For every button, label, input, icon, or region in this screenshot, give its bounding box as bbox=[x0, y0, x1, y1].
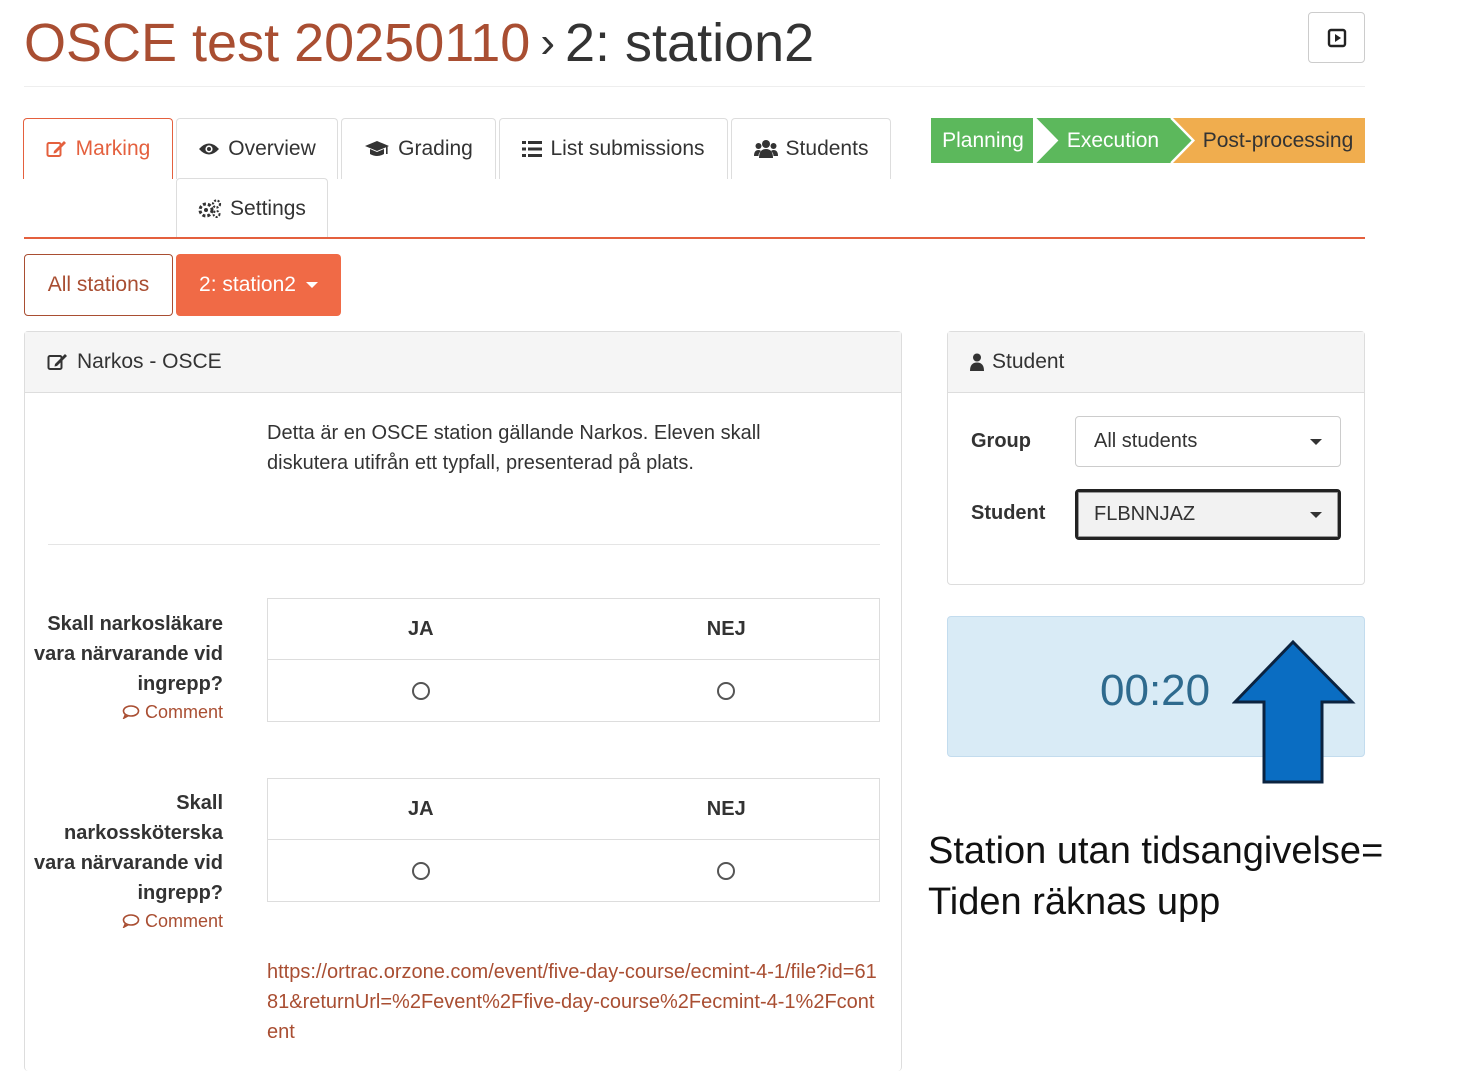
chevron-down-icon bbox=[305, 282, 318, 288]
tab-overview-label: Overview bbox=[228, 137, 316, 160]
header-divider bbox=[24, 86, 1365, 87]
users-icon bbox=[753, 139, 778, 159]
tab-list-submissions[interactable]: List submissions bbox=[499, 118, 728, 179]
question-2: Skall narkossköterska vara närvarande vi… bbox=[25, 788, 223, 932]
option-ja-header: JA bbox=[407, 618, 434, 640]
comment-icon bbox=[122, 705, 140, 720]
page-title: OSCE test 20250110 › 2: station2 bbox=[24, 8, 814, 82]
question-2-radio-ja[interactable] bbox=[411, 861, 430, 880]
student-panel-title: Student bbox=[992, 350, 1065, 373]
group-label: Group bbox=[971, 430, 1031, 452]
group-select-value: All students bbox=[1094, 430, 1198, 452]
breadcrumb-current: 2: station2 bbox=[565, 13, 815, 73]
comment-icon bbox=[122, 914, 140, 929]
option-nej-header: NEJ bbox=[706, 798, 746, 820]
group-select[interactable]: All students bbox=[1075, 416, 1341, 467]
option-nej-cell bbox=[574, 660, 880, 721]
question-2-comment-label: Comment bbox=[144, 911, 223, 931]
tab-list-submissions-label: List submissions bbox=[550, 137, 705, 160]
workflow-steps: Planning Execution Post-processing bbox=[931, 118, 1365, 163]
options-radio-row bbox=[268, 840, 879, 901]
assessment-title: Narkos - OSCE bbox=[77, 350, 222, 373]
options-header-row: JA NEJ bbox=[268, 599, 879, 660]
tabs-divider bbox=[24, 237, 1365, 239]
station-dropdown-button[interactable]: 2: station2 bbox=[176, 254, 341, 316]
student-panel-header: Student bbox=[948, 332, 1364, 393]
question-1-radio-ja[interactable] bbox=[411, 681, 430, 700]
all-stations-button[interactable]: All stations bbox=[24, 254, 173, 316]
question-1-comment-label: Comment bbox=[144, 702, 223, 722]
question-2-options: JA NEJ bbox=[267, 778, 880, 902]
edit-icon bbox=[47, 352, 69, 372]
graduation-cap-icon bbox=[364, 140, 390, 158]
options-radio-row bbox=[268, 660, 879, 721]
tab-overview[interactable]: Overview bbox=[176, 118, 338, 179]
eye-icon bbox=[198, 141, 220, 157]
tab-settings-label: Settings bbox=[230, 197, 306, 220]
resource-link[interactable]: https://ortrac.orzone.com/event/five-day… bbox=[267, 957, 877, 1047]
tab-marking-label: Marking bbox=[75, 137, 151, 160]
tab-settings[interactable]: Settings bbox=[176, 178, 328, 239]
student-select-value: FLBNNJAZ bbox=[1094, 503, 1196, 525]
option-ja-header: JA bbox=[407, 798, 434, 820]
timer-value: 00:20 bbox=[1100, 666, 1211, 715]
user-icon bbox=[970, 353, 984, 371]
option-nej-cell bbox=[574, 840, 880, 901]
student-label: Student bbox=[971, 502, 1046, 524]
question-1-radio-nej[interactable] bbox=[717, 681, 736, 700]
option-ja-cell bbox=[268, 840, 574, 901]
question-2-text: Skall narkossköterska vara närvarande vi… bbox=[34, 792, 223, 904]
tab-grading-label: Grading bbox=[398, 137, 473, 160]
chevron-down-icon bbox=[1310, 512, 1322, 518]
student-panel: Student Group All students Student FLBNN… bbox=[947, 331, 1365, 585]
annotation-arrow-up-icon bbox=[1232, 640, 1356, 784]
assessment-panel-header: Narkos - OSCE bbox=[25, 332, 901, 393]
tab-students[interactable]: Students bbox=[731, 118, 891, 179]
workflow-step-execution[interactable]: Execution bbox=[1051, 118, 1175, 163]
assessment-description: Detta är en OSCE station gällande Narkos… bbox=[267, 422, 761, 474]
question-1-text: Skall narkosläkare vara närvarande vid i… bbox=[34, 613, 223, 695]
option-ja-cell bbox=[268, 660, 574, 721]
tab-students-label: Students bbox=[785, 137, 869, 160]
workflow-step-planning[interactable]: Planning bbox=[931, 118, 1035, 163]
question-2-comment-link[interactable]: Comment bbox=[25, 910, 223, 932]
chevron-down-icon bbox=[1310, 439, 1322, 445]
tab-marking[interactable]: Marking bbox=[23, 118, 173, 179]
question-2-radio-nej[interactable] bbox=[717, 861, 736, 880]
question-1-options: JA NEJ bbox=[267, 598, 880, 722]
description-divider bbox=[48, 544, 880, 545]
annotation-line-2: Tiden räknas upp bbox=[928, 881, 1221, 923]
options-header-row: JA NEJ bbox=[268, 779, 879, 840]
question-1: Skall narkosläkare vara närvarande vid i… bbox=[25, 609, 223, 723]
gears-icon bbox=[198, 199, 222, 219]
list-icon bbox=[522, 140, 543, 158]
student-select[interactable]: FLBNNJAZ bbox=[1075, 489, 1341, 540]
breadcrumb-separator: › bbox=[540, 18, 555, 67]
presentation-mode-button[interactable] bbox=[1308, 12, 1365, 63]
workflow-step-post-processing[interactable]: Post-processing bbox=[1193, 118, 1363, 163]
assessment-panel: Narkos - OSCE Detta är en OSCE station g… bbox=[24, 331, 902, 1071]
breadcrumb-course-link[interactable]: OSCE test 20250110 bbox=[24, 13, 530, 73]
annotation-line-1: Station utan tidsangivelse= bbox=[928, 830, 1384, 872]
option-nej-header: NEJ bbox=[706, 618, 746, 640]
play-square-icon bbox=[1327, 28, 1346, 47]
tab-grading[interactable]: Grading bbox=[341, 118, 496, 179]
question-1-comment-link[interactable]: Comment bbox=[25, 701, 223, 723]
station-dropdown-label: 2: station2 bbox=[199, 273, 296, 296]
edit-icon bbox=[46, 139, 68, 159]
annotation-text: Station utan tidsangivelse= Tiden räknas… bbox=[928, 826, 1383, 928]
